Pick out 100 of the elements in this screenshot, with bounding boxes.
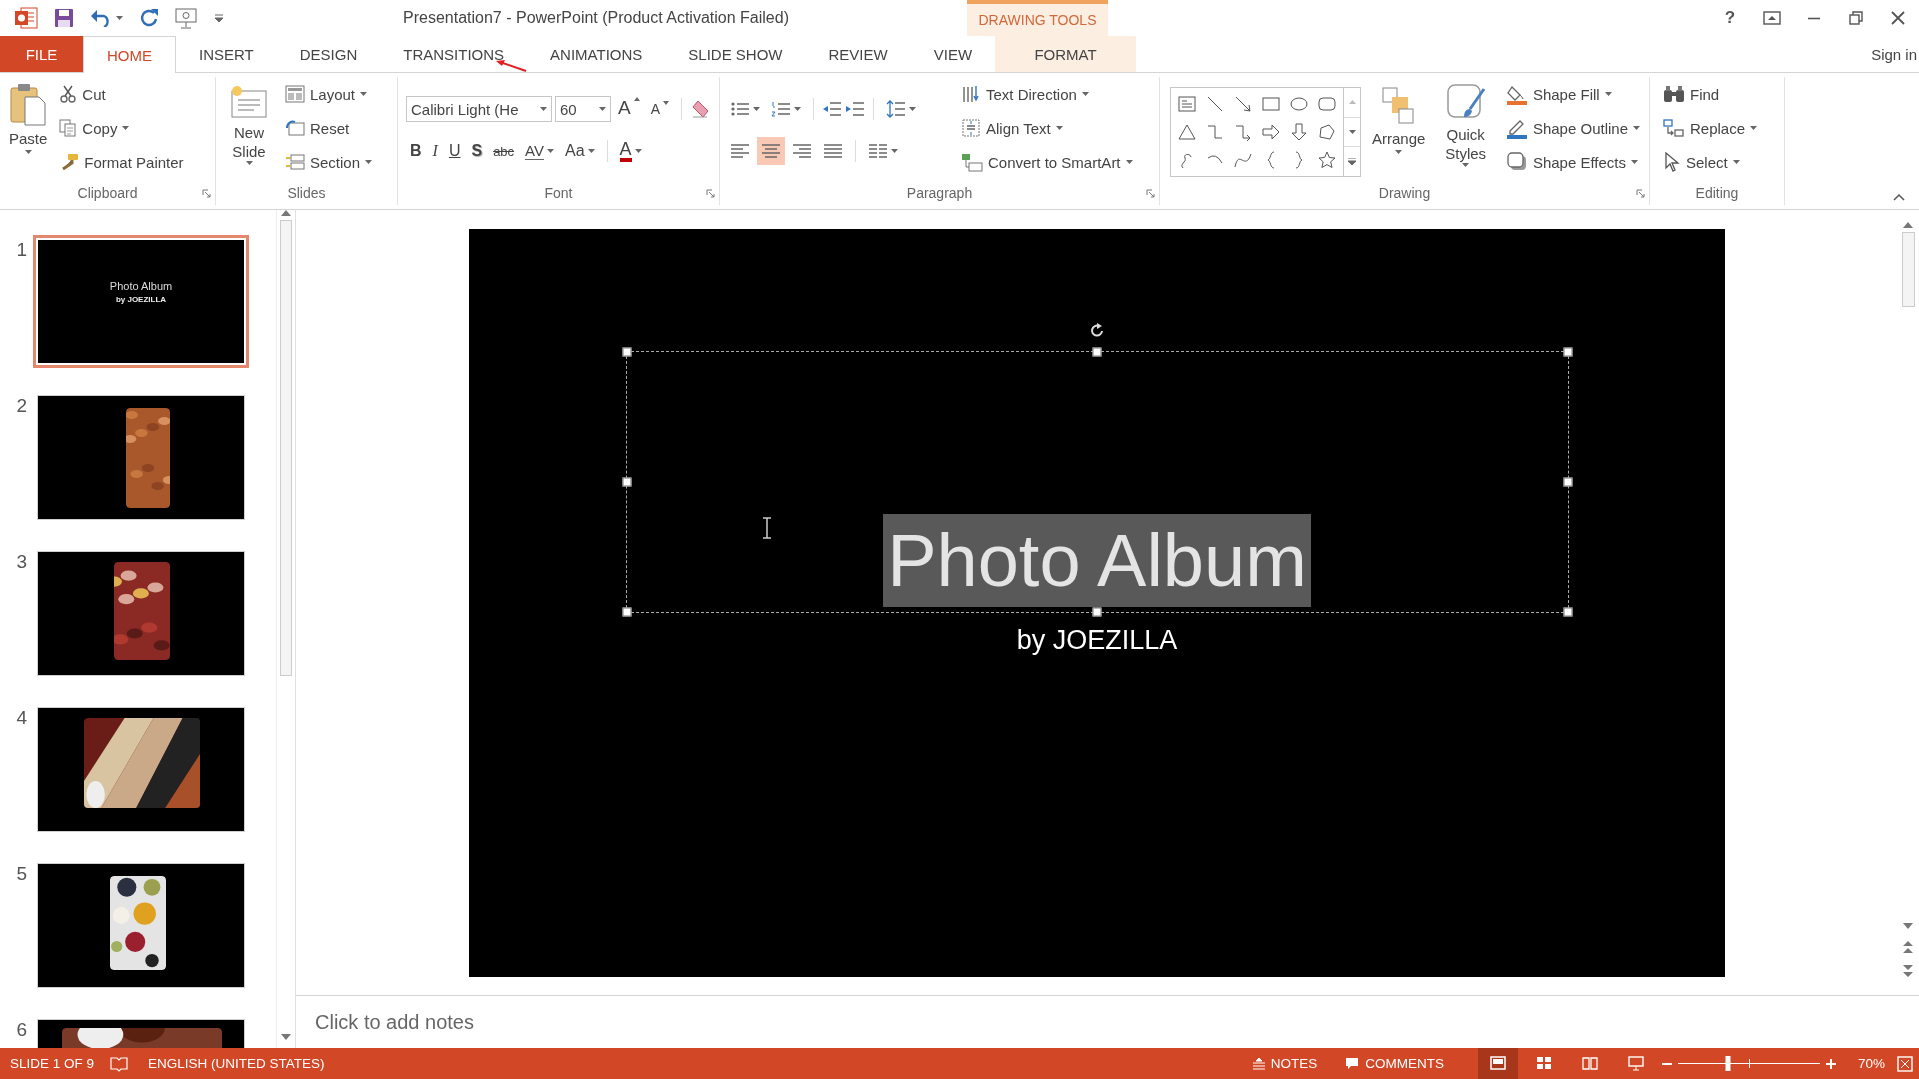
- oval-icon[interactable]: [1289, 94, 1309, 114]
- rectangle-icon[interactable]: [1261, 94, 1281, 114]
- dialog-launcher-icon[interactable]: [1636, 189, 1645, 198]
- collapse-ribbon-icon[interactable]: [1893, 193, 1905, 201]
- resize-handle[interactable]: [622, 347, 631, 356]
- dialog-launcher-icon[interactable]: [706, 189, 715, 198]
- resize-handle[interactable]: [622, 477, 631, 486]
- dialog-launcher-icon[interactable]: [202, 189, 211, 198]
- replace-button[interactable]: Replace: [1660, 115, 1761, 141]
- arrow-icon[interactable]: [1233, 94, 1253, 114]
- slide-thumbnail[interactable]: [37, 863, 245, 988]
- dialog-launcher-icon[interactable]: [1146, 189, 1155, 198]
- redo-icon[interactable]: [139, 8, 159, 28]
- ribbon-tab[interactable]: DESIGN: [276, 36, 381, 72]
- notes-button[interactable]: NOTES: [1248, 1048, 1322, 1079]
- cut-button[interactable]: Cut: [56, 81, 187, 107]
- save-icon[interactable]: [54, 8, 74, 28]
- paste-button[interactable]: Paste: [6, 81, 51, 156]
- scrollbar-thumb[interactable]: [1901, 232, 1915, 307]
- previous-slide-icon[interactable]: [1903, 941, 1913, 953]
- find-button[interactable]: Find: [1660, 81, 1761, 107]
- resize-handle[interactable]: [622, 607, 631, 616]
- slider-thumb[interactable]: [1725, 1056, 1731, 1071]
- scroll-down-icon[interactable]: [1348, 130, 1356, 134]
- freeform-icon[interactable]: [1317, 122, 1337, 142]
- scroll-up-icon[interactable]: [1903, 222, 1913, 228]
- ribbon-tab[interactable]: INSERT: [176, 36, 277, 72]
- convert-to-smartart-button[interactable]: Convert to SmartArt: [958, 149, 1136, 175]
- character-spacing-button[interactable]: AV: [521, 137, 558, 165]
- zoom-level-button[interactable]: 70%: [1853, 1048, 1889, 1079]
- text-shadow-button[interactable]: S: [467, 137, 487, 165]
- elbow-arrow-icon[interactable]: [1233, 122, 1253, 142]
- language-button[interactable]: ENGLISH (UNITED STATES): [144, 1048, 329, 1079]
- view-button[interactable]: [1477, 1048, 1518, 1079]
- bold-button[interactable]: B: [406, 137, 426, 165]
- undo-button[interactable]: [90, 9, 123, 27]
- star-icon[interactable]: [1317, 150, 1337, 170]
- presentation-icon[interactable]: [175, 7, 197, 29]
- text-box-icon[interactable]: [1177, 94, 1197, 114]
- sign-in-link[interactable]: Sign in: [1871, 36, 1919, 72]
- text-direction-button[interactable]: Text Direction: [958, 81, 1136, 107]
- shape-effects-button[interactable]: Shape Effects: [1502, 149, 1643, 175]
- app-icon[interactable]: [14, 7, 38, 29]
- rotate-handle[interactable]: [1089, 321, 1105, 340]
- italic-button[interactable]: I: [428, 137, 442, 165]
- strikethrough-button[interactable]: abc: [489, 137, 519, 165]
- next-slide-icon[interactable]: [1903, 965, 1913, 977]
- resize-handle[interactable]: [1563, 347, 1572, 356]
- ribbon-tab[interactable]: FORMAT: [995, 36, 1137, 72]
- align-center-button[interactable]: [757, 137, 785, 165]
- fit-to-window-icon[interactable]: [1897, 1055, 1913, 1072]
- line-icon[interactable]: [1205, 94, 1225, 114]
- scroll-down-icon[interactable]: [1903, 923, 1913, 929]
- rounded-rectangle-icon[interactable]: [1317, 94, 1337, 114]
- font-color-button[interactable]: A: [615, 137, 646, 165]
- ribbon-tab[interactable]: TRANSITIONS: [380, 36, 528, 72]
- align-text-button[interactable]: Align Text: [958, 115, 1136, 141]
- ribbon-tab[interactable]: SLIDE SHOW: [665, 36, 806, 72]
- comments-button[interactable]: COMMENTS: [1341, 1048, 1448, 1079]
- decrease-indent-icon[interactable]: [822, 100, 842, 118]
- ribbon-tab[interactable]: ANIMATIONS: [527, 36, 666, 72]
- increase-indent-icon[interactable]: [845, 100, 865, 118]
- resize-handle[interactable]: [1092, 347, 1102, 356]
- new-slide-button[interactable]: New Slide: [222, 81, 276, 167]
- right-arrow-icon[interactable]: [1261, 122, 1281, 142]
- scrollbar-thumb[interactable]: [280, 220, 292, 676]
- ribbon-tab[interactable]: HOME: [83, 36, 176, 73]
- elbow-connector-icon[interactable]: [1205, 122, 1225, 142]
- reset-button[interactable]: Reset: [282, 115, 376, 141]
- down-arrow-icon[interactable]: [1289, 122, 1309, 142]
- underline-button[interactable]: U: [444, 137, 465, 165]
- font-name-field[interactable]: Calibri Light (He: [406, 96, 552, 122]
- shape-outline-button[interactable]: Shape Outline: [1502, 115, 1643, 141]
- spelling-icon[interactable]: [110, 1055, 129, 1072]
- slide-thumbnail[interactable]: [37, 707, 245, 832]
- format-painter-button[interactable]: Format Painter: [56, 149, 187, 175]
- ribbon-tab[interactable]: VIEW: [910, 36, 996, 72]
- help-button[interactable]: ?: [1709, 0, 1751, 36]
- slide-thumbnail[interactable]: [37, 395, 245, 520]
- resize-handle[interactable]: [1563, 477, 1572, 486]
- select-button[interactable]: Select: [1660, 149, 1761, 175]
- zoom-in-icon[interactable]: [1825, 1058, 1836, 1069]
- grow-font-button[interactable]: A: [614, 95, 644, 123]
- more-icon[interactable]: [1348, 158, 1356, 166]
- copy-button[interactable]: Copy: [56, 115, 187, 141]
- shape-fill-button[interactable]: Shape Fill: [1502, 81, 1643, 107]
- slide-thumbnail[interactable]: [37, 551, 245, 676]
- change-case-button[interactable]: Aa: [561, 137, 599, 165]
- ribbon-tab[interactable]: REVIEW: [805, 36, 911, 72]
- file-tab[interactable]: FILE: [0, 36, 83, 72]
- font-size-field[interactable]: 60: [555, 96, 611, 122]
- triangle-icon[interactable]: [1177, 122, 1197, 142]
- layout-button[interactable]: Layout: [282, 81, 376, 107]
- shrink-font-button[interactable]: A: [646, 95, 674, 123]
- arrange-button[interactable]: Arrange: [1369, 81, 1429, 156]
- notes-field[interactable]: Click to add notes: [315, 1010, 915, 1034]
- customize-icon[interactable]: [213, 12, 225, 24]
- section-button[interactable]: Section: [282, 149, 376, 175]
- scroll-up-icon[interactable]: [281, 210, 291, 216]
- scroll-down-icon[interactable]: [281, 1034, 291, 1040]
